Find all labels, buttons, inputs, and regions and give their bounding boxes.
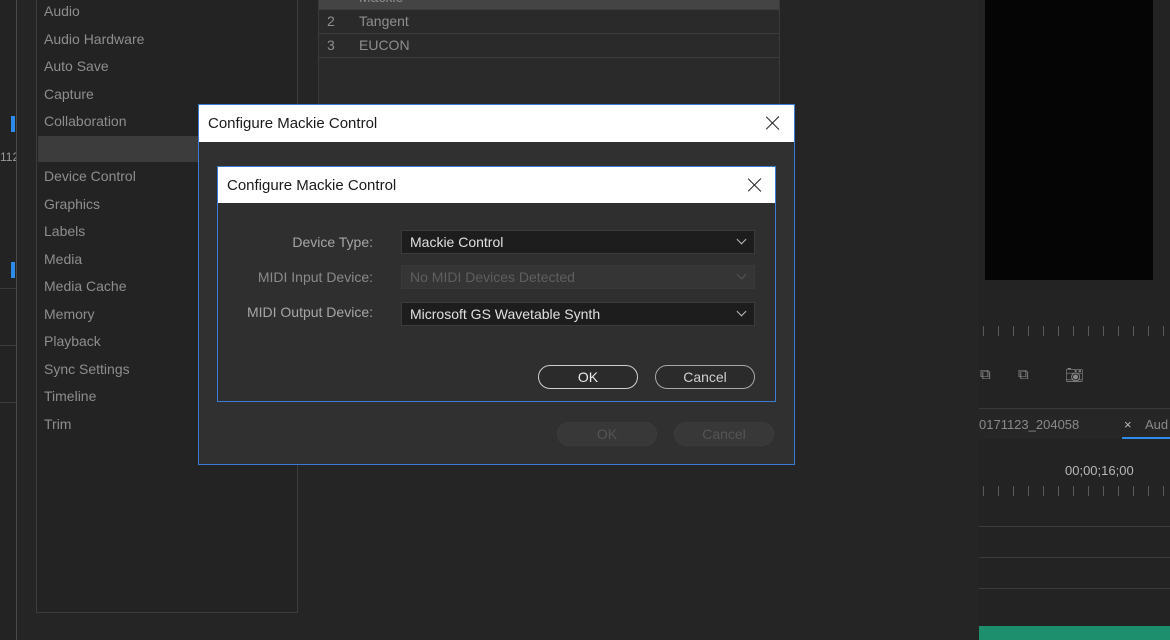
sidebar-item-audio[interactable]: Audio	[44, 0, 80, 25]
close-icon	[766, 116, 780, 130]
ok-button[interactable]: OK	[557, 422, 657, 446]
midi-output-value: Microsoft GS Wavetable Synth	[410, 306, 601, 322]
sidebar-item-auto-save[interactable]: Auto Save	[44, 53, 109, 80]
dialog-titlebar[interactable]: Configure Mackie Control	[199, 105, 794, 142]
table-row[interactable]: 3 EUCON	[319, 34, 779, 58]
overwrite-icon[interactable]: ⧉	[1018, 366, 1029, 383]
sidebar-item-memory[interactable]: Memory	[44, 301, 95, 328]
sidebar-item-timeline[interactable]: Timeline	[44, 383, 96, 410]
table-row[interactable]: 2 Tangent	[319, 10, 779, 34]
ok-button[interactable]: OK	[538, 365, 638, 389]
selection-marker	[11, 262, 15, 278]
sidebar-item-capture[interactable]: Capture	[44, 81, 94, 108]
timeline-ruler[interactable]	[983, 486, 1170, 496]
row-name: Tangent	[359, 13, 409, 29]
device-type-label: Device Type:	[292, 234, 373, 250]
monitor-ruler[interactable]	[983, 326, 1170, 336]
monitor-controls: ⧉ ⧉ 📷︎	[980, 366, 1170, 388]
dialog-title: Configure Mackie Control	[208, 115, 378, 132]
sidebar-item-collaboration[interactable]: Collaboration	[44, 108, 127, 135]
chevron-down-icon	[736, 235, 748, 247]
midi-output-select[interactable]: Microsoft GS Wavetable Synth	[401, 302, 755, 326]
midi-input-label: MIDI Input Device:	[257, 269, 373, 285]
timeline-timecode: 00;00;16;00	[1065, 463, 1134, 478]
row-name: EUCON	[359, 37, 410, 53]
midi-input-value: No MIDI Devices Detected	[410, 269, 575, 285]
selection-marker	[11, 116, 15, 132]
tab-audio[interactable]: Aud	[1145, 417, 1168, 432]
row-number: 2	[327, 13, 335, 29]
sidebar-item-sync-settings[interactable]: Sync Settings	[44, 356, 130, 383]
sidebar-item-audio-hardware[interactable]: Audio Hardware	[44, 26, 144, 53]
chevron-down-icon	[736, 307, 748, 319]
sidebar-item-media[interactable]: Media	[44, 246, 82, 273]
inner-configure-dialog: Configure Mackie Control Device Type: Ma…	[217, 166, 776, 402]
close-button[interactable]	[734, 167, 776, 203]
sidebar-item-media-cache[interactable]: Media Cache	[44, 273, 127, 300]
table-row[interactable]: Mackie	[319, 0, 779, 10]
close-icon	[748, 178, 762, 192]
timeline-tabs: 0171123_204058 × Aud	[979, 408, 1170, 439]
sidebar-item-device-control[interactable]: Device Control	[44, 163, 136, 190]
program-monitor-screen	[985, 0, 1153, 280]
sidebar-item-labels[interactable]: Labels	[44, 218, 85, 245]
close-icon[interactable]: ×	[1124, 417, 1132, 432]
midi-input-select: No MIDI Devices Detected	[401, 265, 755, 289]
row-number: 3	[327, 37, 335, 53]
export-frame-icon[interactable]: 📷︎	[1065, 366, 1084, 384]
dialog-titlebar[interactable]: Configure Mackie Control	[218, 167, 775, 203]
tab-sequence[interactable]: 0171123_204058	[979, 417, 1079, 432]
chevron-down-icon	[736, 270, 748, 282]
dialog-title: Configure Mackie Control	[227, 177, 397, 194]
sidebar-selected-highlight	[38, 136, 198, 162]
sidebar-item-graphics[interactable]: Graphics	[44, 191, 100, 218]
left-panel-strip: 112	[0, 0, 19, 640]
timeline-clip-bar	[979, 626, 1170, 640]
midi-output-label: MIDI Output Device:	[246, 304, 373, 320]
device-type-value: Mackie Control	[410, 234, 504, 250]
cancel-button[interactable]: Cancel	[655, 365, 755, 389]
sidebar-item-playback[interactable]: Playback	[44, 328, 101, 355]
device-type-select[interactable]: Mackie Control	[401, 230, 755, 254]
sidebar-item-trim[interactable]: Trim	[44, 411, 71, 438]
cancel-button[interactable]: Cancel	[674, 422, 774, 446]
insert-icon[interactable]: ⧉	[980, 366, 991, 383]
row-name: Mackie	[359, 0, 403, 9]
close-button[interactable]	[752, 105, 794, 141]
active-tab-underline	[1122, 437, 1170, 439]
